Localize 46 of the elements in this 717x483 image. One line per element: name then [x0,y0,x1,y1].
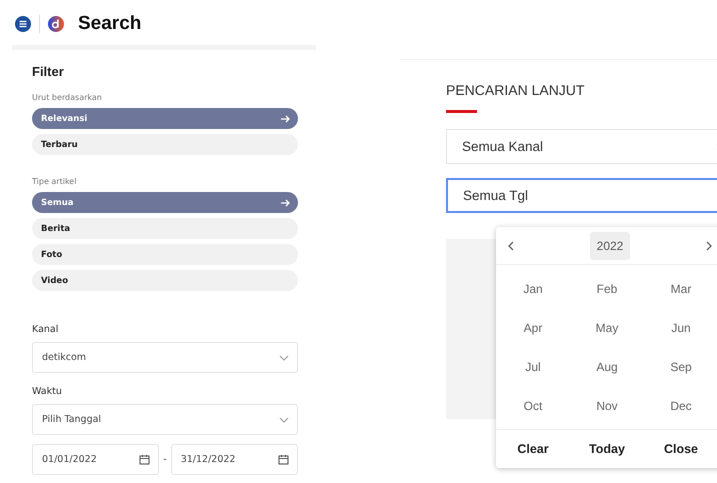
month-option[interactable]: Dec [644,386,717,425]
filter-heading: Filter [32,64,65,79]
year-button[interactable]: 2022 [590,232,630,260]
date-field[interactable]: Semua Tgl [446,178,717,213]
month-option[interactable]: May [570,308,644,347]
date-separator: - [163,454,167,465]
filter-option[interactable]: Semua [32,192,298,213]
month-option[interactable]: Jan [496,269,570,308]
picker-button[interactable]: Close [644,430,717,468]
filter-option[interactable]: Terbaru [32,134,298,155]
chevron-right-icon[interactable] [706,240,712,250]
channel-select[interactable]: detikcom [32,342,298,373]
picker-button[interactable]: Today [570,430,644,468]
filter-option[interactable]: Relevansi [32,108,298,129]
channel-select[interactable]: Semua Kanal [446,129,717,164]
arrow-right-icon [281,198,290,206]
end-date-field[interactable]: 31/12/2022 [170,444,298,475]
filter-option[interactable]: Berita [32,218,298,239]
filter-option[interactable]: Foto [32,244,298,265]
arrow-right-icon [281,114,290,122]
date-select[interactable]: Pilih Tanggal [32,404,298,435]
month-option[interactable]: Nov [570,386,644,425]
month-option[interactable]: Aug [570,347,644,386]
month-option[interactable]: Oct [496,386,570,425]
month-option[interactable]: Jul [496,347,570,386]
month-option[interactable]: Sep [644,347,717,386]
time-label: Waktu [32,386,63,397]
month-option[interactable]: Apr [496,308,570,347]
filter-option[interactable]: Video [32,270,298,291]
chevron-down-icon [279,354,289,360]
month-option[interactable]: Mar [644,269,717,308]
section-title: PENCARIAN LANJUT [446,82,586,98]
month-option[interactable]: Feb [570,269,644,308]
calendar-icon [278,454,289,465]
page-title: Search [78,12,142,34]
start-date-field[interactable]: 01/01/2022 [32,444,160,475]
menu-icon[interactable] [15,16,31,32]
channel-label: Kanal [32,324,60,335]
chevron-left-icon[interactable] [508,240,514,250]
calendar-icon [139,454,150,465]
month-option[interactable]: Jun [644,308,717,347]
logo-icon [48,16,64,32]
type-label: Tipe artikel [32,177,78,186]
sort-label: Urut berdasarkan [32,93,103,102]
picker-button[interactable]: Clear [496,430,570,468]
chevron-down-icon [279,416,289,422]
